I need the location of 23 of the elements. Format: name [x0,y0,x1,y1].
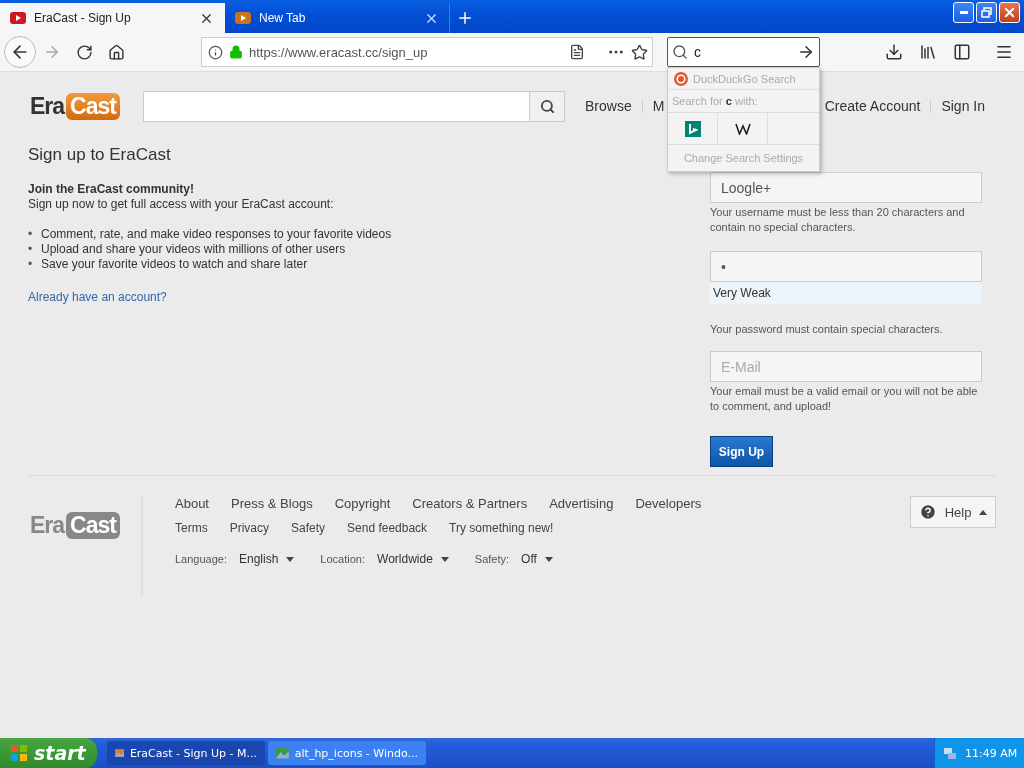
benefit-item: Save your favorite videos to watch and share later [41,257,308,272]
intro-title: Join the EraCast community! [28,182,196,197]
benefit-item: Comment, rate, and make video responses to your favorite videos [41,227,392,242]
engine-title: DuckDuckGo Search [693,72,796,85]
tab-title: EraCast - Sign Up [34,11,132,25]
benefit-item: Upload and share your videos with millions of other users [41,242,346,257]
page-title: Sign up to EraCast [28,145,172,165]
intro-text: Sign up now to get full access with your EraCast account: [28,197,335,212]
select-label: Location: [320,553,365,565]
url-text: https://www.eracast.cc/sign_up [249,44,429,60]
bullet: • [28,257,33,272]
tab-title: New Tab [259,11,307,25]
search-text: c [694,44,702,60]
clock: 11:49 AM [965,746,1018,760]
username-hint: Your username must be less than 20 characters and contain no special characters. [710,205,966,235]
select-label: Language: [175,553,227,565]
select-label: Safety: [474,553,510,565]
password-hint: Your password must contain special characters. [710,322,944,337]
bullet: • [28,227,33,242]
search-prompt: Search for c with: [668,90,819,113]
email-hint: Your email must be a valid email or you will not be able to comment, and upload! [710,384,979,414]
bullet: • [28,242,33,257]
password-strength: Very Weak [710,282,982,304]
